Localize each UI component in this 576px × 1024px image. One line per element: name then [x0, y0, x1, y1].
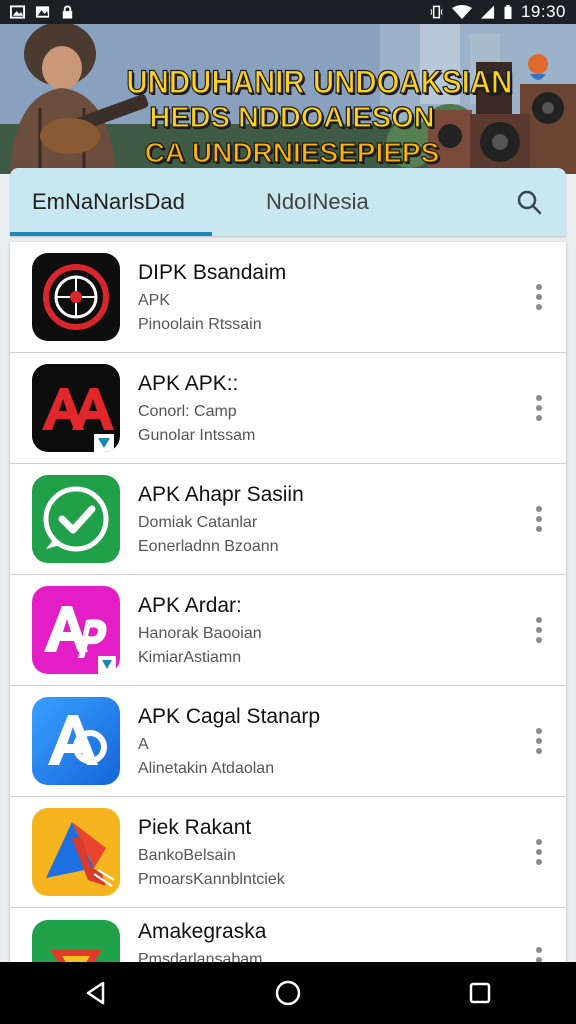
more-options-button[interactable]	[524, 721, 554, 761]
app-subtitle: Eonerladnn Bzoann	[138, 537, 279, 555]
app-title: Piek Rakant	[138, 815, 252, 839]
app-category: A	[138, 735, 149, 753]
green-app-icon	[32, 920, 120, 968]
vibrate-icon	[430, 5, 443, 19]
kite-logo-icon	[32, 808, 120, 896]
more-options-button[interactable]	[524, 610, 554, 650]
signal-icon	[480, 5, 495, 19]
a-logo-icon	[32, 697, 120, 785]
app-title: APK Ahapr Sasiin	[138, 482, 304, 506]
list-item[interactable]: DIPK Bsandaim APK Pinoolain Rtssain	[10, 242, 566, 353]
list-item[interactable]: Amakegraska Pmsdarlansabam	[10, 908, 566, 968]
battery-icon	[504, 5, 512, 19]
image-icon	[10, 5, 25, 19]
recents-button[interactable]	[450, 968, 510, 1018]
banner-line-1: UNDUHANIR UNDOAKSIAN	[126, 64, 513, 100]
back-button[interactable]	[66, 968, 126, 1018]
system-navbar	[0, 962, 576, 1024]
app-category: APK	[138, 291, 171, 309]
app-category: BankoBelsain	[138, 846, 236, 864]
home-button[interactable]	[258, 968, 318, 1018]
photo-icon	[35, 6, 50, 18]
app-category: Domiak Catanlar	[138, 513, 258, 531]
more-options-button[interactable]	[524, 499, 554, 539]
home-icon	[275, 980, 301, 1006]
app-subtitle: PmoarsKannblntciek	[138, 870, 285, 888]
app-subtitle: KimiarAstiamn	[138, 648, 242, 666]
app-category: Hanorak Baooian	[138, 624, 262, 642]
list-item[interactable]: APK Ahapr Sasiin Domiak Catanlar Eonerla…	[10, 464, 566, 575]
banner-headline: UNDUHANIR UNDOAKSIAN HEDS NDDOAIESON CA …	[112, 64, 513, 168]
tab-selected[interactable]: EmNaNarlsDad	[10, 168, 212, 236]
more-options-button[interactable]	[524, 277, 554, 317]
banner-line-2: HEDS NDDOAIESON	[149, 102, 435, 134]
lock-icon	[62, 5, 73, 19]
app-list: DIPK Bsandaim APK Pinoolain Rtssain APK …	[10, 242, 566, 968]
app-category: Conorl: Camp	[138, 402, 237, 420]
search-icon	[517, 190, 542, 215]
banner-line-3: CA UNDRNIESEPIEPS	[144, 137, 440, 168]
back-icon	[86, 981, 105, 1005]
list-item[interactable]: Piek Rakant BankoBelsain PmoarsKannblntc…	[10, 797, 566, 908]
list-item[interactable]: APK APK:: Conorl: Camp Gunolar Intssam	[10, 353, 566, 464]
app-title: APK APK::	[138, 371, 239, 395]
more-options-button[interactable]	[524, 832, 554, 872]
status-time: 19:30	[520, 2, 566, 21]
check-badge-icon	[32, 475, 120, 563]
promo-banner[interactable]: UNDUHANIR UNDOAKSIAN HEDS NDDOAIESON CA …	[0, 24, 576, 174]
ap-logo-icon	[32, 586, 120, 674]
status-bar: 19:30	[0, 0, 576, 24]
app-title: DIPK Bsandaim	[138, 260, 287, 284]
wifi-icon	[451, 5, 472, 19]
target-icon	[32, 253, 120, 341]
tab-indonesia[interactable]: NdoINesia	[212, 168, 369, 236]
list-item[interactable]: APK Cagal Stanarp A Alinetakin Atdaolan	[10, 686, 566, 797]
search-button[interactable]	[502, 175, 556, 229]
list-item[interactable]: APK Ardar: Hanorak Baooian KimiarAstiamn	[10, 575, 566, 686]
aa-logo-icon	[32, 364, 120, 452]
app-title: APK Ardar:	[138, 593, 242, 617]
app-title: APK Cagal Stanarp	[138, 704, 321, 728]
recents-icon	[469, 982, 491, 1004]
tab-bar: EmNaNarlsDad NdoINesia	[10, 168, 566, 236]
app-subtitle: Gunolar Intssam	[138, 426, 256, 444]
more-options-button[interactable]	[524, 388, 554, 428]
app-title: Amakegraska	[138, 920, 267, 943]
app-subtitle: Pinoolain Rtssain	[138, 315, 262, 333]
app-subtitle: Alinetakin Atdaolan	[138, 759, 275, 777]
